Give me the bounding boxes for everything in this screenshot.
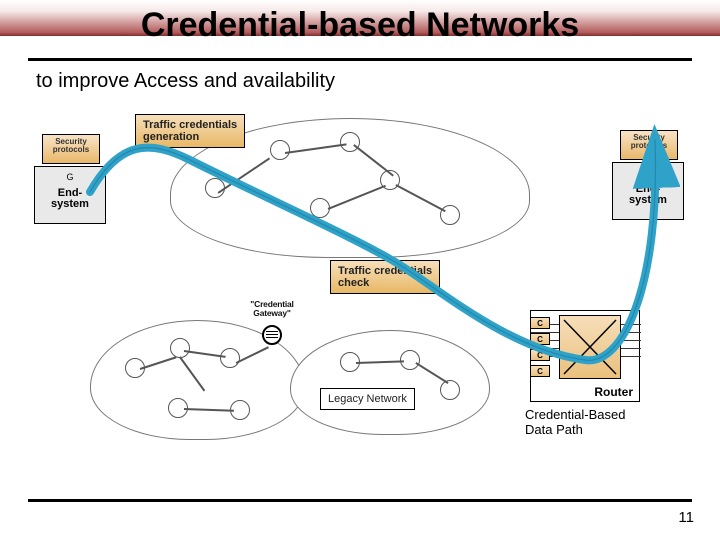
slide-title: Credential-based Networks: [0, 6, 720, 45]
end-system-box-left: G End- system: [34, 166, 106, 224]
slide-subtitle: to improve Access and availability: [36, 70, 335, 93]
end-system-g-label: G: [35, 173, 105, 182]
end-system-g-label: G: [613, 169, 683, 178]
security-protocols-box-left: Security protocols: [42, 134, 100, 164]
credential-badge: C: [530, 365, 550, 377]
divider-top: [28, 58, 692, 61]
legacy-network-cloud: [290, 330, 490, 435]
legacy-network-label: Legacy Network: [320, 388, 415, 410]
node-icon: [340, 132, 360, 152]
divider-bottom: [28, 499, 692, 502]
credential-gateway-label: "Credential Gateway": [244, 300, 300, 317]
security-protocols-box-right: Security protocols: [620, 130, 678, 160]
credential-badge: C: [530, 333, 550, 345]
credential-gateway-node-icon: [262, 325, 282, 345]
traffic-check-label: Traffic credentials check: [330, 260, 440, 294]
traffic-generation-label: Traffic credentials generation: [135, 114, 245, 148]
router-switch-icon: [559, 315, 621, 379]
router-label: Router: [531, 385, 639, 399]
node-icon: [270, 140, 290, 160]
slide: Credential-based Networks to improve Acc…: [0, 0, 720, 540]
credential-badge: C: [530, 349, 550, 361]
end-system-label: End- system: [35, 188, 105, 210]
credential-badge: C: [530, 317, 550, 329]
router-box: C C C C Router: [530, 310, 640, 402]
end-system-box-right: G End- system: [612, 162, 684, 220]
credential-based-data-path-label: Credential-BasedData Path: [525, 408, 665, 438]
node-icon: [440, 380, 460, 400]
page-number: 11: [678, 509, 694, 526]
diagram-canvas: Security protocols G End- system Securit…: [40, 100, 680, 460]
end-system-label: End- system: [613, 184, 683, 206]
node-icon: [170, 338, 190, 358]
node-icon: [220, 348, 240, 368]
